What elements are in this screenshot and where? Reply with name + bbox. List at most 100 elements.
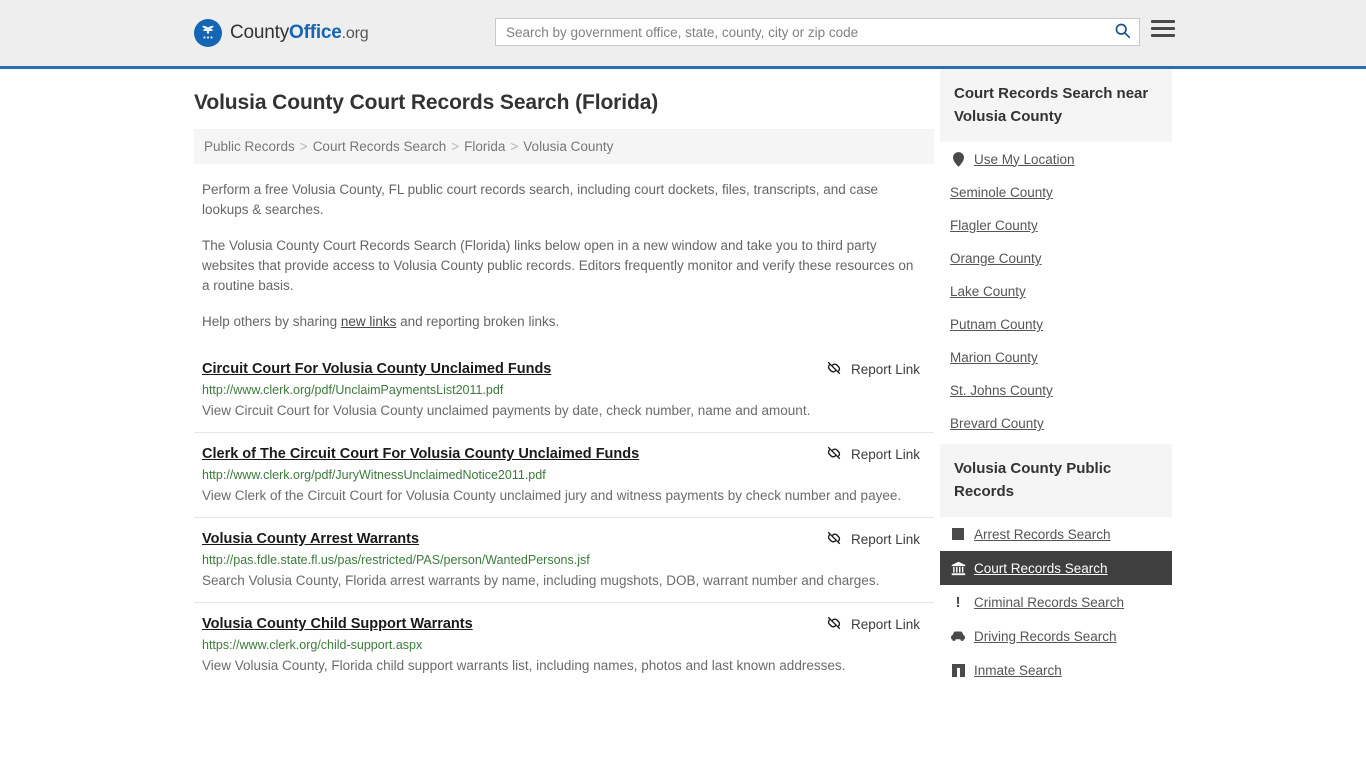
public-records-box: Volusia County Public Records Arrest Rec… — [940, 444, 1172, 687]
nearby-searches-list: Use My Location Seminole County Flagler … — [940, 142, 1172, 440]
sidebar-link-label[interactable]: Brevard County — [950, 416, 1044, 431]
report-link-button[interactable]: Report Link — [826, 530, 920, 549]
search-button[interactable] — [1105, 19, 1139, 45]
results-list: Circuit Court For Volusia County Unclaim… — [194, 352, 934, 687]
new-links-link[interactable]: new links — [341, 314, 397, 329]
sidebar: Court Records Search near Volusia County… — [940, 69, 1172, 691]
breadcrumb-separator: > — [451, 139, 460, 154]
sidebar-link-label[interactable]: Flagler County — [950, 218, 1038, 233]
sidebar-item-inmate-search[interactable]: Inmate Search — [940, 653, 1172, 687]
result-title-link[interactable]: Volusia County Child Support Warrants — [202, 616, 473, 632]
jail-icon — [950, 662, 966, 678]
sidebar-link-label[interactable]: Use My Location — [974, 152, 1075, 167]
sidebar-item-flagler-county[interactable]: Flagler County — [940, 209, 1172, 242]
report-link-label: Report Link — [850, 362, 920, 377]
breadcrumb-item-public-records[interactable]: Public Records — [204, 139, 295, 154]
result-description: View Volusia County, Florida child suppo… — [202, 658, 846, 673]
sidebar-item-st-johns-county[interactable]: St. Johns County — [940, 374, 1172, 407]
nearby-searches-heading: Court Records Search near Volusia County — [940, 69, 1172, 142]
result-description: View Circuit Court for Volusia County un… — [202, 403, 811, 418]
map-pin-icon — [950, 151, 966, 167]
result-item: Volusia County Child Support Warrants Re… — [194, 602, 934, 687]
broken-link-icon — [826, 530, 842, 549]
public-records-list: Arrest Records Search Court Records Sear… — [940, 517, 1172, 687]
sidebar-link-label[interactable]: Arrest Records Search — [974, 527, 1111, 542]
brand-mid: Office — [289, 22, 342, 43]
search-input[interactable] — [496, 19, 1105, 45]
report-link-label: Report Link — [850, 532, 920, 547]
result-url: http://www.clerk.org/pdf/UnclaimPayments… — [202, 383, 504, 397]
result-title-link[interactable]: Volusia County Arrest Warrants — [202, 531, 419, 547]
public-records-heading: Volusia County Public Records — [940, 444, 1172, 517]
sidebar-item-driving-records-search[interactable]: Driving Records Search — [940, 619, 1172, 653]
result-item: Volusia County Arrest Warrants Report Li… — [194, 517, 934, 602]
result-url: https://www.clerk.org/child-support.aspx — [202, 638, 423, 652]
page-title: Volusia County Court Records Search (Flo… — [194, 91, 659, 114]
sidebar-link-label[interactable]: Driving Records Search — [974, 629, 1117, 644]
result-url: http://pas.fdle.state.fl.us/pas/restrict… — [202, 553, 590, 567]
sidebar-item-putnam-county[interactable]: Putnam County — [940, 308, 1172, 341]
nearby-searches-box: Court Records Search near Volusia County… — [940, 69, 1172, 440]
broken-link-icon — [826, 360, 842, 379]
square-icon — [950, 526, 966, 542]
sidebar-item-arrest-records-search[interactable]: Arrest Records Search — [940, 517, 1172, 551]
search-bar[interactable] — [495, 18, 1140, 46]
report-link-label: Report Link — [850, 447, 920, 462]
result-title-link[interactable]: Clerk of The Circuit Court For Volusia C… — [202, 446, 639, 462]
report-link-label: Report Link — [850, 617, 920, 632]
result-item: Circuit Court For Volusia County Unclaim… — [194, 352, 934, 432]
search-icon — [1114, 22, 1131, 42]
eagle-seal-icon — [194, 19, 222, 47]
broken-link-icon — [826, 615, 842, 634]
intro-paragraph-1: Perform a free Volusia County, FL public… — [202, 182, 879, 217]
sidebar-item-court-records-search[interactable]: Court Records Search — [940, 551, 1172, 585]
report-link-button[interactable]: Report Link — [826, 445, 920, 464]
sidebar-item-marion-county[interactable]: Marion County — [940, 341, 1172, 374]
breadcrumb-item-volusia-county[interactable]: Volusia County — [523, 139, 613, 154]
sidebar-link-label[interactable]: Court Records Search — [974, 561, 1108, 576]
intro-p3-before: Help others by sharing — [202, 314, 341, 329]
sidebar-item-seminole-county[interactable]: Seminole County — [940, 176, 1172, 209]
result-description: Search Volusia County, Florida arrest wa… — [202, 573, 880, 588]
sidebar-link-label[interactable]: Criminal Records Search — [974, 595, 1124, 610]
result-url: http://www.clerk.org/pdf/JuryWitnessUncl… — [202, 468, 546, 482]
hamburger-menu-icon[interactable] — [1151, 20, 1175, 37]
brand-wordmark: CountyOffice.org — [230, 22, 369, 44]
brand-pre: County — [230, 22, 290, 43]
sidebar-item-criminal-records-search[interactable]: ! Criminal Records Search — [940, 585, 1172, 619]
sidebar-link-label[interactable]: Putnam County — [950, 317, 1043, 332]
report-link-button[interactable]: Report Link — [826, 615, 920, 634]
main-column: Volusia County Court Records Search (Flo… — [194, 69, 934, 691]
result-description: View Clerk of the Circuit Court for Volu… — [202, 488, 902, 503]
courthouse-icon — [950, 560, 966, 576]
intro-paragraph-3: Help others by sharing new links and rep… — [202, 312, 914, 332]
exclamation-icon: ! — [955, 593, 961, 611]
breadcrumb: Public Records > Court Records Search > Flor… — [194, 129, 934, 164]
sidebar-link-label[interactable]: St. Johns County — [950, 383, 1053, 398]
sidebar-item-orange-county[interactable]: Orange County — [940, 242, 1172, 275]
intro-p3-after: and reporting broken links. — [396, 314, 560, 329]
result-item: Clerk of The Circuit Court For Volusia C… — [194, 432, 934, 517]
report-link-button[interactable]: Report Link — [826, 360, 920, 379]
breadcrumb-item-florida[interactable]: Florida — [464, 139, 505, 154]
page-body: Volusia County Court Records Search (Flo… — [0, 69, 1366, 691]
site-logo-link[interactable]: CountyOffice.org — [194, 19, 369, 47]
breadcrumb-item-court-records-search[interactable]: Court Records Search — [313, 139, 447, 154]
sidebar-link-label[interactable]: Orange County — [950, 251, 1042, 266]
brand-tld: .org — [341, 25, 369, 42]
sidebar-link-label[interactable]: Lake County — [950, 284, 1026, 299]
intro-text: Perform a free Volusia County, FL public… — [194, 180, 934, 332]
broken-link-icon — [826, 445, 842, 464]
sidebar-item-lake-county[interactable]: Lake County — [940, 275, 1172, 308]
site-header: CountyOffice.org — [0, 0, 1366, 69]
sidebar-link-label[interactable]: Seminole County — [950, 185, 1053, 200]
sidebar-link-label[interactable]: Marion County — [950, 350, 1038, 365]
car-icon — [950, 628, 966, 644]
intro-paragraph-2: The Volusia County Court Records Search … — [202, 238, 914, 293]
result-title-link[interactable]: Circuit Court For Volusia County Unclaim… — [202, 361, 551, 377]
breadcrumb-separator: > — [510, 139, 519, 154]
sidebar-item-use-my-location[interactable]: Use My Location — [940, 142, 1172, 176]
breadcrumb-separator: > — [299, 139, 308, 154]
sidebar-link-label[interactable]: Inmate Search — [974, 663, 1062, 678]
sidebar-item-brevard-county[interactable]: Brevard County — [940, 407, 1172, 440]
